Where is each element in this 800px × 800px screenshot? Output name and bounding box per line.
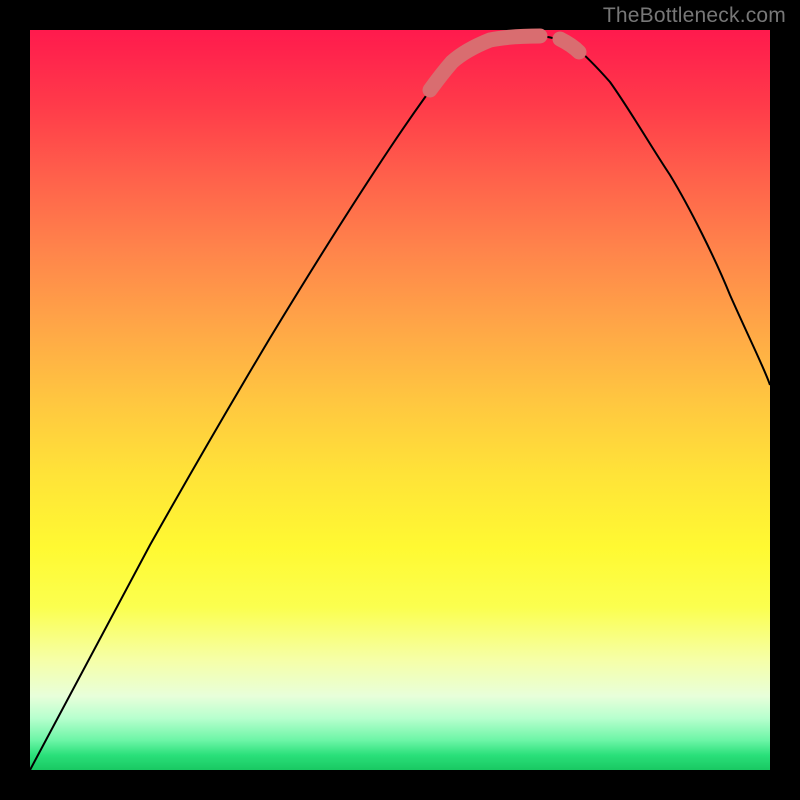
optimal-marker-right	[560, 39, 579, 52]
chart-frame: TheBottleneck.com	[0, 0, 800, 800]
bottleneck-curve	[30, 36, 770, 770]
chart-svg	[30, 30, 770, 770]
watermark-text: TheBottleneck.com	[603, 4, 786, 28]
optimal-marker-left	[430, 36, 540, 90]
